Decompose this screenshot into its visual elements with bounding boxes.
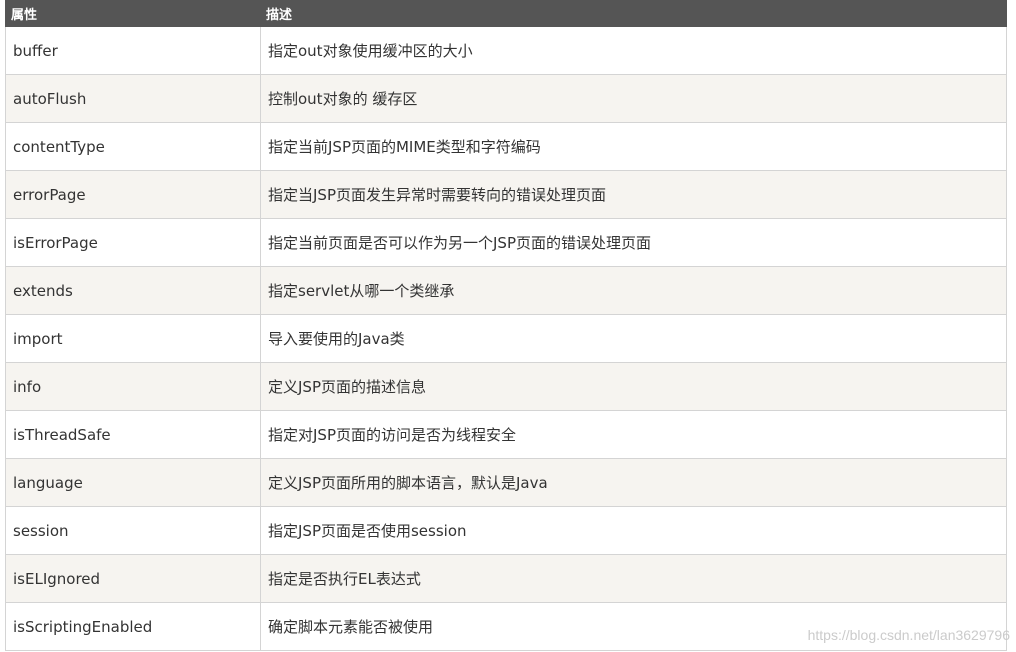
- table-row: session 指定JSP页面是否使用session: [5, 506, 1007, 555]
- attribute-description-cell: 导入要使用的Java类: [260, 314, 1007, 363]
- attribute-name-cell: buffer: [5, 26, 261, 75]
- attribute-name-cell: isErrorPage: [5, 218, 261, 267]
- attribute-description-cell: 指定当JSP页面发生异常时需要转向的错误处理页面: [260, 170, 1007, 219]
- table-body: buffer 指定out对象使用缓冲区的大小 autoFlush 控制out对象的 缓…: [5, 26, 1007, 651]
- table-row: isErrorPage 指定当前页面是否可以作为另一个JSP页面的错误处理页面: [5, 218, 1007, 267]
- attribute-description-cell: 指定当前页面是否可以作为另一个JSP页面的错误处理页面: [260, 218, 1007, 267]
- attribute-description-cell: 确定脚本元素能否被使用: [260, 602, 1007, 651]
- attribute-description-cell: 控制out对象的 缓存区: [260, 74, 1007, 123]
- attribute-name-cell: isELIgnored: [5, 554, 261, 603]
- table-row: buffer 指定out对象使用缓冲区的大小: [5, 26, 1007, 75]
- table-header-row: 属性 描述: [5, 0, 1007, 27]
- attribute-description-cell: 指定JSP页面是否使用session: [260, 506, 1007, 555]
- table-row: isScriptingEnabled 确定脚本元素能否被使用: [5, 602, 1007, 651]
- table-row: isThreadSafe 指定对JSP页面的访问是否为线程安全: [5, 410, 1007, 459]
- attribute-description-cell: 指定servlet从哪一个类继承: [260, 266, 1007, 315]
- attribute-name-cell: isThreadSafe: [5, 410, 261, 459]
- attribute-description-cell: 指定是否执行EL表达式: [260, 554, 1007, 603]
- attribute-name-cell: language: [5, 458, 261, 507]
- jsp-page-directive-attributes-table: 属性 描述 buffer 指定out对象使用缓冲区的大小 autoFlush 控制ou…: [5, 0, 1007, 651]
- attribute-name-cell: info: [5, 362, 261, 411]
- attribute-description-cell: 定义JSP页面所用的脚本语言，默认是Java: [260, 458, 1007, 507]
- attribute-name-cell: autoFlush: [5, 74, 261, 123]
- table-row: language 定义JSP页面所用的脚本语言，默认是Java: [5, 458, 1007, 507]
- table-row: isELIgnored 指定是否执行EL表达式: [5, 554, 1007, 603]
- table-row: info 定义JSP页面的描述信息: [5, 362, 1007, 411]
- attribute-name-cell: extends: [5, 266, 261, 315]
- header-description: 描述: [260, 0, 1007, 27]
- page: 属性 描述 buffer 指定out对象使用缓冲区的大小 autoFlush 控制ou…: [0, 0, 1016, 652]
- table-row: errorPage 指定当JSP页面发生异常时需要转向的错误处理页面: [5, 170, 1007, 219]
- table-row: extends 指定servlet从哪一个类继承: [5, 266, 1007, 315]
- attribute-name-cell: errorPage: [5, 170, 261, 219]
- attribute-description-cell: 指定对JSP页面的访问是否为线程安全: [260, 410, 1007, 459]
- attribute-description-cell: 指定当前JSP页面的MIME类型和字符编码: [260, 122, 1007, 171]
- attribute-name-cell: isScriptingEnabled: [5, 602, 261, 651]
- attribute-name-cell: import: [5, 314, 261, 363]
- attribute-description-cell: 指定out对象使用缓冲区的大小: [260, 26, 1007, 75]
- table-row: autoFlush 控制out对象的 缓存区: [5, 74, 1007, 123]
- attribute-name-cell: contentType: [5, 122, 261, 171]
- attribute-name-cell: session: [5, 506, 261, 555]
- table-row: contentType 指定当前JSP页面的MIME类型和字符编码: [5, 122, 1007, 171]
- header-attribute: 属性: [5, 0, 261, 27]
- attribute-description-cell: 定义JSP页面的描述信息: [260, 362, 1007, 411]
- table-row: import 导入要使用的Java类: [5, 314, 1007, 363]
